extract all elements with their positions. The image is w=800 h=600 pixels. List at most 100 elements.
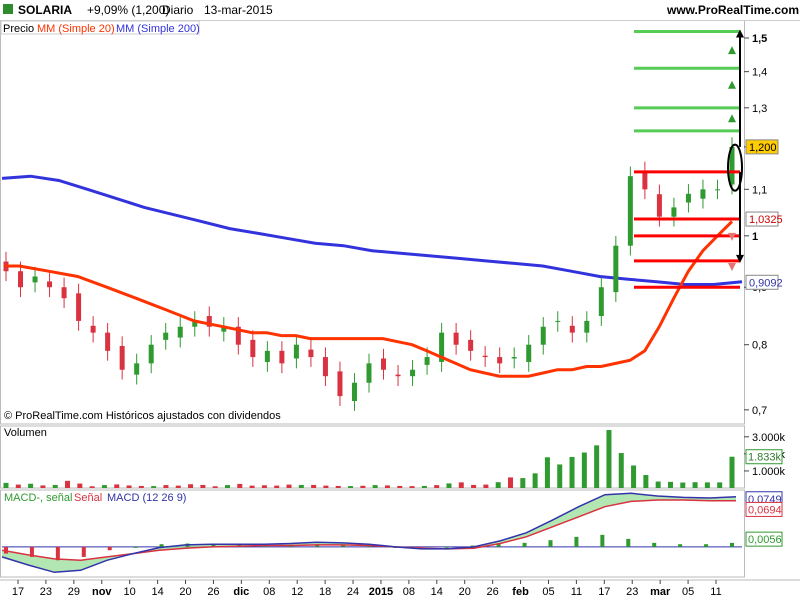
candle-body bbox=[32, 276, 38, 283]
volume-bar bbox=[101, 485, 107, 488]
volume-bar bbox=[15, 484, 21, 488]
x-tick-label: nov bbox=[92, 586, 112, 598]
candle-body bbox=[685, 193, 691, 203]
candle-body bbox=[627, 176, 633, 246]
macd-histogram-bar bbox=[704, 544, 709, 547]
macd-value-label: 0,0694 bbox=[748, 504, 782, 516]
volume-bar bbox=[298, 484, 304, 488]
volume-bar bbox=[544, 457, 550, 488]
x-tick-label: 20 bbox=[179, 586, 191, 598]
candle-body bbox=[366, 363, 372, 383]
price-footer-note: © ProRealTime.com Históricos ajustados c… bbox=[4, 410, 281, 422]
macd-line bbox=[1, 492, 737, 574]
macd-signal-line bbox=[1, 499, 736, 562]
site-label: www.ProRealTime.com bbox=[667, 3, 800, 17]
x-tick-label: 2015 bbox=[369, 586, 393, 598]
volume-bar bbox=[335, 485, 341, 488]
volume-bar bbox=[680, 482, 686, 488]
x-tick-label: 12 bbox=[291, 586, 303, 598]
volume-bar bbox=[89, 486, 95, 488]
x-tick-label: 29 bbox=[68, 586, 80, 598]
candle-body bbox=[177, 326, 183, 338]
price-change: +9,09% (1,200) bbox=[87, 3, 170, 17]
candle-body bbox=[119, 345, 125, 370]
volume-bar bbox=[286, 484, 292, 488]
candle-body bbox=[90, 325, 96, 333]
x-tick-label: 11 bbox=[571, 586, 582, 598]
x-tick-label: 05 bbox=[542, 586, 554, 598]
candle-body bbox=[264, 350, 270, 362]
volume-last-label: 1.833k bbox=[748, 452, 782, 464]
volume-bar bbox=[323, 485, 329, 488]
candle-body bbox=[351, 382, 357, 402]
x-tick-label: 20 bbox=[459, 586, 471, 598]
chart-header: SOLARIA +9,09% (1,200) Diario 13-mar-201… bbox=[0, 0, 800, 21]
candle-body bbox=[76, 293, 82, 321]
x-tick-label: 23 bbox=[40, 586, 52, 598]
candle-body bbox=[308, 349, 314, 358]
candle-body bbox=[134, 363, 140, 375]
candle-body bbox=[656, 194, 662, 217]
macd-histogram-bar bbox=[652, 542, 657, 547]
volume-bar bbox=[409, 486, 415, 488]
volume-bar bbox=[557, 464, 563, 488]
candle-body bbox=[569, 325, 575, 333]
x-tick-label: 18 bbox=[319, 586, 331, 598]
ma200-price-label: 0,9092 bbox=[749, 277, 783, 289]
x-tick-label: mar bbox=[650, 586, 671, 598]
volume-bar bbox=[458, 482, 464, 488]
volume-bar bbox=[188, 484, 194, 488]
volume-bar bbox=[52, 484, 58, 488]
target-up-arrow-icon bbox=[728, 46, 736, 55]
candle-body bbox=[105, 332, 111, 351]
candle-body bbox=[163, 332, 169, 340]
candle-body bbox=[642, 171, 648, 190]
macd-histogram-bar bbox=[107, 546, 112, 551]
price-y-tick-label: 0,7 bbox=[752, 405, 767, 417]
candle-body bbox=[714, 189, 720, 191]
macd-histogram-bar bbox=[522, 542, 527, 547]
volume-bar bbox=[40, 485, 46, 488]
macd-histogram-bar bbox=[600, 534, 605, 547]
x-tick-label: 11 bbox=[710, 586, 721, 598]
volume-bar bbox=[348, 486, 354, 488]
volume-bar bbox=[471, 484, 477, 488]
candle-body bbox=[250, 339, 256, 358]
candle-body bbox=[453, 332, 459, 345]
volume-legend: Volumen bbox=[4, 427, 47, 439]
candle-body bbox=[700, 189, 706, 199]
candle-body bbox=[424, 357, 430, 365]
collapse-icon[interactable] bbox=[3, 4, 13, 14]
candle-body bbox=[584, 320, 590, 333]
candle-body bbox=[148, 344, 154, 364]
volume-bar bbox=[360, 485, 366, 488]
volume-bar bbox=[421, 485, 427, 488]
volume-bar bbox=[224, 485, 230, 488]
candle-body bbox=[555, 320, 561, 322]
ma20-price-label: 1,0325 bbox=[749, 214, 783, 226]
candle-body bbox=[47, 281, 53, 288]
macd-legend-hist: MACD-, señal bbox=[4, 492, 72, 504]
macd-legend-signal: Señal bbox=[74, 492, 102, 504]
candle-body bbox=[279, 350, 285, 364]
candle-body bbox=[482, 355, 488, 358]
volume-bar bbox=[618, 453, 624, 488]
volume-bar bbox=[508, 477, 514, 488]
price-y-tick-label: 1,1 bbox=[752, 184, 767, 196]
ma20-line bbox=[5, 220, 734, 378]
candle-body bbox=[526, 344, 532, 362]
price-y-tick-label: 1 bbox=[752, 231, 758, 243]
x-tick-label: 17 bbox=[598, 586, 610, 598]
volume-y-tick-label: 1.000k bbox=[752, 466, 786, 478]
candle-body bbox=[61, 287, 67, 299]
target-up-arrow-icon bbox=[728, 80, 736, 89]
volume-bar bbox=[667, 481, 673, 488]
volume-bar bbox=[495, 482, 501, 488]
volume-bar bbox=[77, 483, 83, 488]
macd-histogram-bar bbox=[133, 546, 138, 548]
x-tick-label: 14 bbox=[151, 586, 163, 598]
volume-bar bbox=[261, 485, 267, 488]
candle-body bbox=[540, 326, 546, 345]
volume-bar bbox=[643, 475, 649, 488]
candle-body bbox=[410, 369, 416, 377]
